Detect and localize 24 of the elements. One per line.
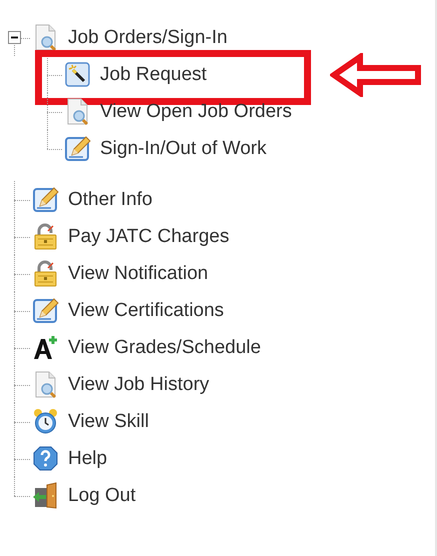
- tree-item-label[interactable]: Job Request: [100, 64, 207, 86]
- tree-item-label[interactable]: View Certifications: [68, 300, 224, 322]
- tree-item-label[interactable]: View Skill: [68, 410, 149, 432]
- pencil-edit-icon: [32, 186, 59, 213]
- magic-wand-icon: [64, 61, 91, 88]
- tree-item-label[interactable]: View Grades/Schedule: [68, 336, 261, 358]
- help-icon: [32, 445, 59, 472]
- tree-item-label[interactable]: View Job History: [68, 374, 210, 396]
- padlock-icon: [32, 260, 59, 287]
- pencil-edit-icon: [32, 297, 59, 324]
- tree-item-label[interactable]: Sign-In/Out of Work: [100, 138, 266, 160]
- exit-door-icon: [32, 482, 59, 509]
- tree-item-label[interactable]: View Open Job Orders: [100, 100, 292, 122]
- padlock-icon: [32, 223, 59, 250]
- tree-item-label[interactable]: Other Info: [68, 188, 152, 210]
- pencil-edit-icon: [64, 135, 91, 162]
- tree-item-label[interactable]: Job Orders/Sign-In: [68, 26, 228, 48]
- collapse-toggle[interactable]: [8, 31, 21, 44]
- letter-grade-icon: [32, 334, 59, 361]
- tree-item-label[interactable]: Help: [68, 448, 108, 470]
- tree-item-label[interactable]: Log Out: [68, 484, 136, 506]
- tree-item-label[interactable]: View Notification: [68, 262, 208, 284]
- alarm-clock-icon: [32, 408, 59, 435]
- tree-item-label[interactable]: Pay JATC Charges: [68, 226, 230, 248]
